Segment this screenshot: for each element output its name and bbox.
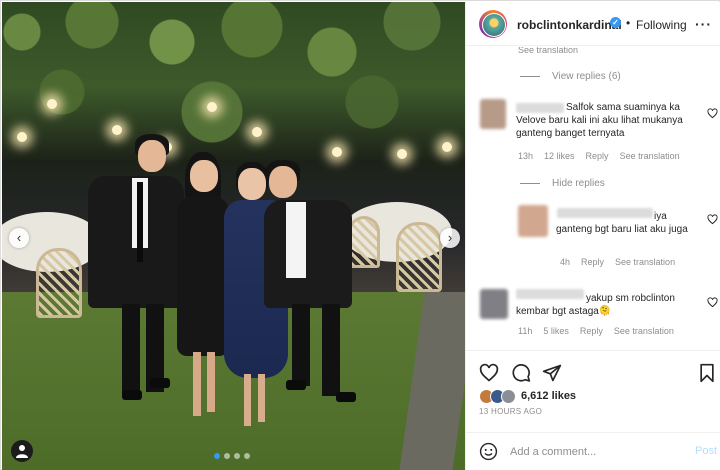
carousel-dot (224, 453, 230, 459)
post-header: robclintonkardinal ✓ • Following ··· (466, 2, 720, 46)
like-comment-icon[interactable] (707, 297, 718, 308)
likers-avatars[interactable] (479, 389, 523, 405)
separator-dot: • (626, 16, 631, 30)
comment-time: 11h (518, 326, 533, 336)
see-translation-link[interactable]: See translation (518, 47, 578, 55)
post-sidebar: robclintonkardinal ✓ • Following ··· See… (465, 2, 720, 470)
more-options-icon[interactable]: ··· (695, 16, 712, 32)
reply-text: iya ganteng bgt baru liat aku juga (556, 211, 688, 235)
emoji-icon[interactable] (479, 442, 498, 461)
view-replies-button[interactable]: View replies (6) (520, 71, 621, 82)
following-button[interactable]: Following (636, 18, 687, 32)
comments-list: See translation View replies (6) Salfok … (466, 47, 720, 349)
reply-button[interactable]: Reply (581, 257, 604, 267)
avatar[interactable] (480, 99, 506, 129)
comment-text: yakup sm robclinton kembar bgt astaga🫠 (516, 293, 675, 317)
like-comment-icon[interactable] (707, 108, 718, 119)
divider (520, 75, 540, 77)
carousel-prev-button[interactable]: ‹ (9, 228, 29, 248)
chair (348, 216, 380, 268)
see-translation-link[interactable]: See translation (620, 151, 680, 161)
carousel-dot (234, 453, 240, 459)
carousel-indicator (214, 453, 250, 459)
comment-likes[interactable]: 12 likes (544, 151, 575, 161)
view-replies-label: View replies (6) (552, 71, 621, 82)
comment-meta: 13h 12 likes Reply See translation (518, 151, 691, 161)
divider (520, 182, 540, 184)
see-translation-link[interactable]: See translation (614, 326, 674, 336)
comment-meta: 11h 5 likes Reply See translation (518, 326, 685, 336)
chandelier-lights (2, 97, 465, 177)
add-comment-bar: Post (466, 432, 720, 470)
avatar[interactable] (479, 10, 507, 38)
reply-button[interactable]: Reply (580, 326, 603, 336)
share-icon[interactable] (542, 363, 562, 383)
carousel-dot (244, 453, 250, 459)
carousel-next-button[interactable]: › (440, 228, 460, 248)
verified-badge-icon: ✓ (610, 17, 621, 28)
chair (36, 248, 82, 318)
hide-replies-button[interactable]: Hide replies (520, 178, 605, 189)
hide-replies-label: Hide replies (552, 178, 605, 189)
post-comment-button[interactable]: Post (695, 445, 717, 457)
bookmark-icon[interactable] (697, 363, 717, 383)
comment-input[interactable] (510, 444, 680, 460)
post-timestamp[interactable]: 13 HOURS AGO (479, 407, 542, 416)
post-photo[interactable]: ‹ › (2, 2, 465, 470)
comment-icon[interactable] (511, 363, 531, 383)
post-actions: 6,612 likes 13 HOURS AGO (466, 350, 720, 432)
likes-count[interactable]: 6,612 likes (521, 390, 576, 402)
comment-time: 4h (560, 257, 571, 267)
see-translation-link[interactable]: See translation (615, 257, 675, 267)
carousel-dot (214, 453, 220, 459)
chair (396, 222, 442, 292)
username-link[interactable]: robclintonkardinal (517, 18, 622, 32)
tagged-users-button[interactable] (11, 440, 33, 462)
avatar[interactable] (480, 289, 508, 319)
post-dialog: ‹ › robclintonkardinal ✓ • Following ···… (0, 0, 720, 470)
avatar[interactable] (518, 205, 548, 237)
heart-icon[interactable] (479, 363, 499, 383)
user-icon (16, 445, 28, 458)
like-comment-icon[interactable] (707, 214, 718, 225)
comment-likes[interactable]: 5 likes (543, 326, 569, 336)
reply-button[interactable]: Reply (586, 151, 609, 161)
comment-text: Salfok sama suaminya ka Velove baru kali… (516, 102, 683, 139)
comment-time: 13h (518, 151, 534, 161)
comment-meta: 4h Reply See translation (560, 257, 686, 267)
